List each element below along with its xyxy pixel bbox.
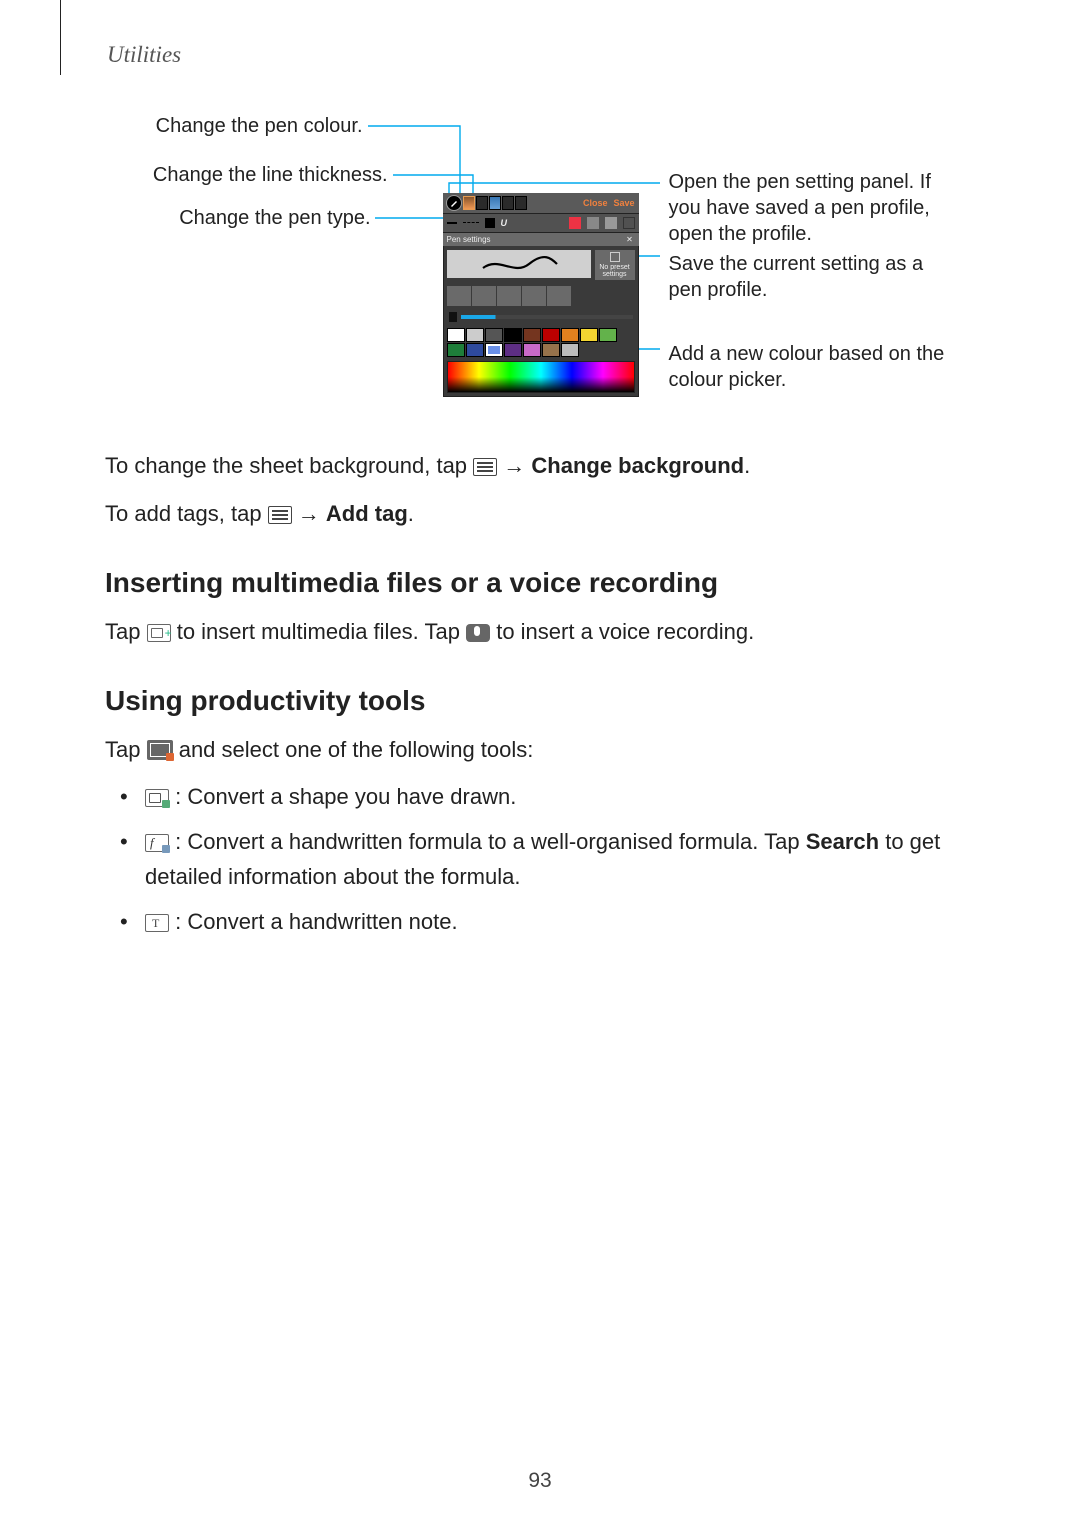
swatch[interactable] (561, 328, 579, 342)
swatch[interactable] (447, 328, 465, 342)
text-match-icon (145, 914, 169, 932)
mic-icon (466, 624, 490, 642)
swatch[interactable] (504, 343, 522, 357)
colour-swatch[interactable] (476, 196, 488, 210)
pen-type[interactable] (497, 286, 521, 306)
menu-icon (268, 506, 292, 524)
colour-picker-icon[interactable] (561, 343, 579, 357)
preset-box[interactable]: No preset settings (595, 250, 635, 280)
swatch[interactable] (504, 328, 522, 342)
swatch[interactable] (542, 343, 560, 357)
callout-pen-colour: Change the pen colour. (133, 113, 363, 139)
swatch[interactable] (599, 328, 617, 342)
tool-item-text: : Convert a handwritten note. (105, 905, 980, 939)
menu-icon (473, 458, 497, 476)
solid-icon[interactable] (485, 218, 495, 228)
colour-swatch[interactable] (463, 196, 475, 210)
dotted-line-icon[interactable] (463, 222, 479, 225)
multimedia-instruction: Tap to insert multimedia files. Tap to i… (105, 614, 980, 649)
colour-swatch[interactable] (515, 196, 527, 210)
callout-pen-type: Change the pen type. (146, 205, 371, 231)
colour-swatch[interactable] (502, 196, 514, 210)
colour-gradient[interactable] (447, 361, 635, 393)
thickness-indicator (449, 312, 457, 322)
thickness-slider[interactable] (461, 315, 633, 319)
callout-add-colour: Add a new colour based on the colour pic… (669, 341, 959, 393)
swatch[interactable] (466, 328, 484, 342)
pen-settings-diagram: Change the pen colour. Change the line t… (153, 113, 933, 423)
swatch[interactable] (485, 343, 503, 357)
swatch[interactable] (523, 328, 541, 342)
colour-grid (443, 328, 639, 357)
tool-icon[interactable] (569, 217, 581, 229)
pen-icon[interactable] (446, 195, 462, 211)
stroke-preview (447, 250, 591, 278)
change-background-instruction: To change the sheet background, tap → Ch… (105, 448, 980, 483)
camera-icon[interactable] (605, 217, 617, 229)
swatch[interactable] (542, 328, 560, 342)
pen-settings-panel: Close Save U Pen settings ✕ (443, 193, 639, 397)
tool-item-shape: : Convert a shape you have drawn. (105, 780, 980, 814)
chevron-up-icon[interactable] (623, 217, 635, 229)
page-header: Utilities (105, 42, 980, 68)
swatch[interactable] (580, 328, 598, 342)
attach-icon (147, 624, 171, 642)
swatch[interactable] (466, 343, 484, 357)
pen-type[interactable] (547, 286, 571, 306)
pen-type[interactable] (472, 286, 496, 306)
mic-icon[interactable] (587, 217, 599, 229)
productivity-icon (147, 740, 173, 760)
shape-match-icon (145, 789, 169, 807)
formula-match-icon (145, 834, 169, 852)
thin-line-icon[interactable] (447, 222, 457, 224)
callout-open-panel: Open the pen setting panel. If you have … (669, 169, 959, 247)
page-number: 93 (0, 1469, 1080, 1493)
section-heading-multimedia: Inserting multimedia files or a voice re… (105, 561, 980, 606)
save-button[interactable]: Save (613, 198, 634, 208)
tool-item-formula: : Convert a handwritten formula to a wel… (105, 825, 980, 893)
pen-type[interactable] (522, 286, 546, 306)
colour-swatch[interactable] (489, 196, 501, 210)
productivity-instruction: Tap and select one of the following tool… (105, 732, 980, 767)
swatch[interactable] (523, 343, 541, 357)
section-heading-productivity: Using productivity tools (105, 679, 980, 724)
callout-line-thickness: Change the line thickness. (126, 162, 388, 188)
close-icon[interactable]: ✕ (625, 235, 635, 244)
panel-title: Pen settings (447, 235, 491, 244)
swatch[interactable] (447, 343, 465, 357)
callout-save-profile: Save the current setting as a pen profil… (669, 251, 959, 303)
close-button[interactable]: Close (583, 198, 608, 208)
pen-type[interactable] (447, 286, 471, 306)
swatch[interactable] (485, 328, 503, 342)
add-tag-instruction: To add tags, tap → Add tag. (105, 496, 980, 531)
